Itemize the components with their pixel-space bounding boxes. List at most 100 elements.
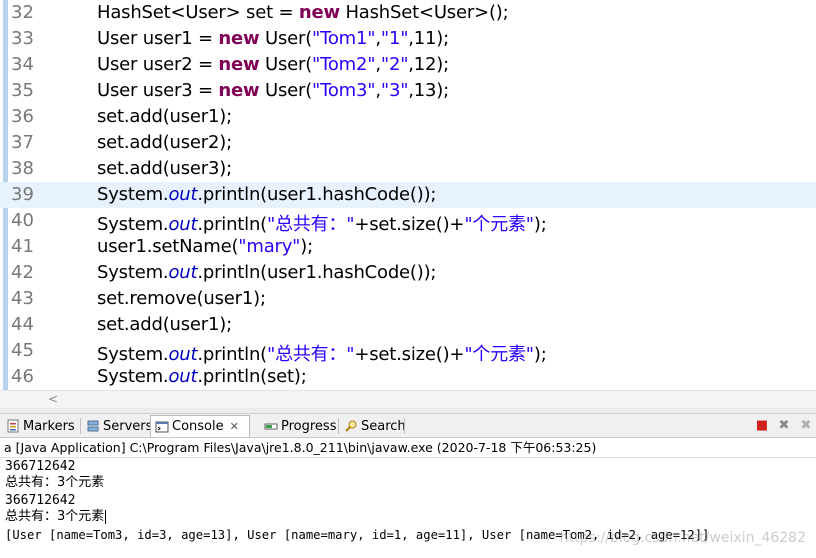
code-line[interactable]: 39 System.out.println(user1.hashCode()); (0, 182, 816, 208)
code-line[interactable]: 37 set.add(user2); (0, 130, 816, 156)
editor-horizontal-scrollbar[interactable]: < (0, 390, 816, 408)
code-token: User( (259, 28, 313, 49)
code-text: User user3 = new User("Tom3","3",13); (97, 80, 449, 101)
code-line[interactable]: 40 System.out.println("总共有："+set.size()+"… (0, 208, 816, 235)
code-line[interactable]: 45 System.out.println("总共有："+set.size()+"… (0, 338, 816, 366)
terminate-icon[interactable]: ■ (754, 417, 770, 433)
code-token: user1.setName( (97, 236, 239, 257)
code-line[interactable]: 38 set.add(user3); (0, 156, 816, 182)
code-token: User user1 = (97, 28, 219, 49)
console-icon (155, 420, 169, 434)
code-text: User user2 = new User("Tom2","2",12); (97, 54, 449, 75)
code-text: user1.setName("mary"); (97, 236, 313, 257)
progress-icon (264, 419, 278, 433)
code-token: User( (259, 54, 313, 75)
line-number: 46 (11, 366, 34, 387)
code-text: System.out.println("总共有："+set.size()+"个元… (97, 340, 547, 366)
code-token: new (298, 2, 340, 23)
code-token: "Tom3" (312, 80, 376, 101)
code-line[interactable]: 33 User user1 = new User("Tom1","1",11); (0, 26, 816, 52)
code-token: set.add(user1); (97, 106, 232, 127)
tab-separator (80, 418, 81, 434)
code-line[interactable]: 42 System.out.println(user1.hashCode()); (0, 260, 816, 286)
tab-separator (338, 418, 339, 434)
tab-separator (404, 418, 405, 434)
code-line[interactable]: 44 set.add(user1); (0, 312, 816, 338)
code-token: out (168, 184, 198, 205)
code-text: set.add(user2); (97, 132, 232, 153)
code-token: System. (97, 184, 169, 205)
code-token: ,13); (408, 80, 449, 101)
code-token: ); (533, 214, 547, 235)
code-token: HashSet<User> set = (97, 2, 299, 23)
line-number: 36 (11, 106, 34, 127)
remove-all-launches-icon[interactable]: ✖ (798, 417, 814, 433)
code-token: out (168, 262, 198, 283)
code-text: System.out.println(user1.hashCode()); (97, 262, 436, 283)
code-token: set.add(user1); (97, 314, 232, 335)
line-number: 40 (11, 210, 34, 231)
code-token: .println( (197, 344, 267, 365)
console-line: 366712642 (5, 459, 76, 474)
tab-console[interactable]: Console ✕ (150, 415, 250, 437)
code-token: "个元素" (464, 214, 534, 235)
code-token: ); (300, 236, 313, 257)
remove-launch-icon[interactable]: ✖ (776, 417, 792, 433)
tab-markers-label: Markers (23, 418, 75, 434)
scroll-left-icon[interactable]: < (48, 392, 58, 406)
line-number: 39 (11, 184, 34, 205)
code-line[interactable]: 32 HashSet<User> set = new HashSet<User>(… (0, 0, 816, 26)
line-number: 34 (11, 54, 34, 75)
code-token: set.remove(user1); (97, 288, 266, 309)
text-caret (105, 509, 107, 524)
code-line[interactable]: 36 set.add(user1); (0, 104, 816, 130)
code-token: out (168, 366, 198, 387)
code-line[interactable]: 41 user1.setName("mary"); (0, 234, 816, 260)
line-number: 38 (11, 158, 34, 179)
code-line[interactable]: 46 System.out.println(set); (0, 364, 816, 390)
code-token: System. (97, 214, 169, 235)
code-token: "mary" (238, 236, 301, 257)
console-line-with-caret: 总共有：3个元素 (5, 508, 107, 525)
code-token: ,12); (408, 54, 449, 75)
line-number: 44 (11, 314, 34, 335)
code-token: HashSet<User>(); (339, 2, 509, 23)
code-token: set.add(user2); (97, 132, 232, 153)
code-text: User user1 = new User("Tom1","1",11); (97, 28, 449, 49)
code-token: .println(user1.hashCode()); (197, 184, 437, 205)
close-icon[interactable]: ✕ (230, 420, 239, 433)
tab-search-label: Search (361, 418, 406, 434)
tab-markers[interactable]: Markers (2, 415, 79, 437)
tab-progress-label: Progress (281, 418, 337, 434)
code-token: "Tom2" (312, 54, 376, 75)
code-token: "总共有：" (267, 214, 355, 235)
code-text: set.add(user3); (97, 158, 232, 179)
bottom-view-tabbar: Markers Servers Console ✕ Progress Searc… (0, 414, 816, 438)
watermark: https://blog.csdn.net/weixin_46282 (559, 530, 806, 546)
code-text: set.remove(user1); (97, 288, 266, 309)
code-line[interactable]: 43 set.remove(user1); (0, 286, 816, 312)
code-token: new (218, 54, 260, 75)
code-token: ); (533, 344, 547, 365)
code-token: System. (97, 344, 169, 365)
code-text: System.out.println(set); (97, 366, 307, 387)
code-token: out (168, 214, 198, 235)
code-token: "3" (380, 80, 409, 101)
line-number: 35 (11, 80, 34, 101)
code-editor[interactable]: 32 HashSet<User> set = new HashSet<User>(… (0, 0, 816, 390)
code-text: System.out.println(user1.hashCode()); (97, 184, 436, 205)
code-token: "1" (380, 28, 409, 49)
code-line[interactable]: 34 User user2 = new User("Tom2","2",12); (0, 52, 816, 78)
console-output[interactable]: 366712642 总共有：3个元素 366712642 总共有：3个元素 [U… (0, 458, 816, 558)
line-number: 41 (11, 236, 34, 257)
code-token: User( (259, 80, 313, 101)
code-line[interactable]: 35 User user3 = new User("Tom3","3",13); (0, 78, 816, 104)
search-icon (344, 419, 358, 433)
tab-search[interactable]: Search (340, 415, 410, 437)
tab-servers[interactable]: Servers (82, 415, 156, 437)
tab-progress[interactable]: Progress (260, 415, 340, 437)
servers-icon (86, 419, 100, 433)
code-token: set.add(user3); (97, 158, 232, 179)
code-token: new (218, 28, 260, 49)
console-launch-description: a [Java Application] C:\Program Files\Ja… (0, 438, 816, 458)
